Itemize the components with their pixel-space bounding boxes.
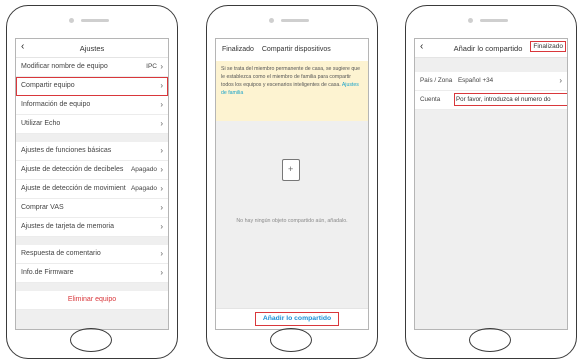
home-button[interactable] [270, 328, 312, 352]
done-button[interactable]: Finalizado [222, 46, 254, 53]
settings-item-label: Ajustes de funciones básicas [21, 147, 112, 154]
settings-item-buy-vas[interactable]: Comprar VAS › [16, 199, 168, 218]
section-gap [16, 283, 168, 291]
phone-add-share: ‹ Añadir lo compartido Finalizado País /… [405, 5, 577, 359]
country-value: Español +34 [457, 77, 494, 84]
account-input[interactable]: Por favor, introduzca el numero do [454, 93, 567, 106]
settings-item-value: Apagado [130, 185, 157, 192]
home-button[interactable] [70, 328, 112, 352]
account-row: Cuenta Por favor, introduzca el numero d… [415, 91, 567, 110]
family-notice: Si se trata del miembro permanente de ca… [216, 61, 368, 121]
settings-item-label: Ajuste de detección de movimient [21, 185, 126, 192]
add-bar: Añadir lo compartido [216, 308, 368, 329]
chevron-right-icon: › [160, 146, 163, 155]
speaker-slot [81, 19, 109, 22]
chevron-right-icon: › [559, 76, 562, 85]
chevron-right-icon: › [160, 222, 163, 231]
settings-screen: ‹ Ajustes Modificar nombre de equipo IPC… [15, 38, 169, 330]
add-share-navbar: ‹ Añadir lo compartido Finalizado [415, 39, 567, 58]
settings-item-decibel-detection[interactable]: Ajuste de detección de decibeles Apagado… [16, 161, 168, 180]
settings-item-memory-card[interactable]: Ajustes de tarjeta de memoria › [16, 218, 168, 237]
section-gap [16, 237, 168, 245]
settings-navbar: ‹ Ajustes [16, 39, 168, 58]
settings-item-share-device[interactable]: Compartir equipo › [16, 77, 168, 96]
camera-dot [69, 18, 74, 23]
chevron-right-icon: › [160, 268, 163, 277]
settings-item-firmware[interactable]: Info.de Firmware › [16, 264, 168, 283]
page-title: Ajustes [79, 44, 105, 53]
chevron-right-icon: › [160, 203, 163, 212]
chevron-right-icon: › [160, 119, 163, 128]
settings-item-label: Información de equipo [21, 101, 91, 108]
chevron-right-icon: › [160, 184, 163, 193]
settings-item-echo[interactable]: Utilizar Echo › [16, 115, 168, 134]
home-button[interactable] [469, 328, 511, 352]
chevron-right-icon: › [160, 62, 163, 71]
notice-text: Si se trata del miembro permanente de ca… [221, 66, 360, 88]
empty-document-icon [282, 159, 300, 181]
phone-share: Finalizado Compartir dispositivos Si se … [206, 5, 378, 359]
camera-dot [468, 18, 473, 23]
settings-item-label: Ajustes de tarjeta de memoria [21, 223, 114, 230]
phone-top [7, 18, 177, 24]
add-share-screen: ‹ Añadir lo compartido Finalizado País /… [414, 38, 568, 330]
settings-item-value: IPC [146, 63, 157, 70]
add-share-button[interactable]: Añadir lo compartido [255, 312, 339, 326]
settings-item-rename[interactable]: Modificar nombre de equipo IPC › [16, 58, 168, 77]
section-gap [415, 58, 567, 72]
chevron-right-icon: › [160, 81, 163, 90]
settings-item-label: Comprar VAS [21, 204, 64, 211]
share-screen: Finalizado Compartir dispositivos Si se … [215, 38, 369, 330]
country-row[interactable]: País / Zona Español +34 › [415, 72, 567, 91]
settings-item-label: Info.de Firmware [21, 269, 74, 276]
page-title: Compartir dispositivos [261, 46, 331, 53]
speaker-slot [480, 19, 508, 22]
settings-item-device-info[interactable]: Información de equipo › [16, 96, 168, 115]
settings-item-value: Apagado [130, 166, 157, 173]
empty-text: No hay ningún objeto compartido aún, aña… [236, 218, 348, 224]
camera-dot [269, 18, 274, 23]
country-label: País / Zona [420, 77, 453, 84]
settings-item-label: Modificar nombre de equipo [21, 63, 108, 70]
settings-item-label: Respuesta de comentario [21, 250, 101, 257]
chevron-right-icon: › [160, 165, 163, 174]
phone-top [406, 18, 576, 24]
phone-settings: ‹ Ajustes Modificar nombre de equipo IPC… [6, 5, 178, 359]
settings-item-basic-functions[interactable]: Ajustes de funciones básicas › [16, 142, 168, 161]
section-gap [16, 134, 168, 142]
account-label: Cuenta [420, 96, 441, 103]
empty-state: No hay ningún objeto compartido aún, aña… [216, 121, 368, 311]
speaker-slot [281, 19, 309, 22]
chevron-right-icon: › [160, 249, 163, 258]
done-button[interactable]: Finalizado [530, 41, 566, 52]
settings-item-motion-detection[interactable]: Ajuste de detección de movimient Apagado… [16, 180, 168, 199]
settings-item-label: Compartir equipo [21, 82, 75, 89]
share-header: Finalizado Compartir dispositivos [216, 39, 368, 61]
settings-item-label: Ajuste de detección de decibeles [21, 166, 124, 173]
chevron-right-icon: › [160, 100, 163, 109]
phone-top [207, 18, 377, 24]
delete-device-button[interactable]: Eliminar equipo [16, 291, 168, 310]
settings-item-label: Utilizar Echo [21, 120, 61, 127]
settings-item-feedback[interactable]: Respuesta de comentario › [16, 245, 168, 264]
